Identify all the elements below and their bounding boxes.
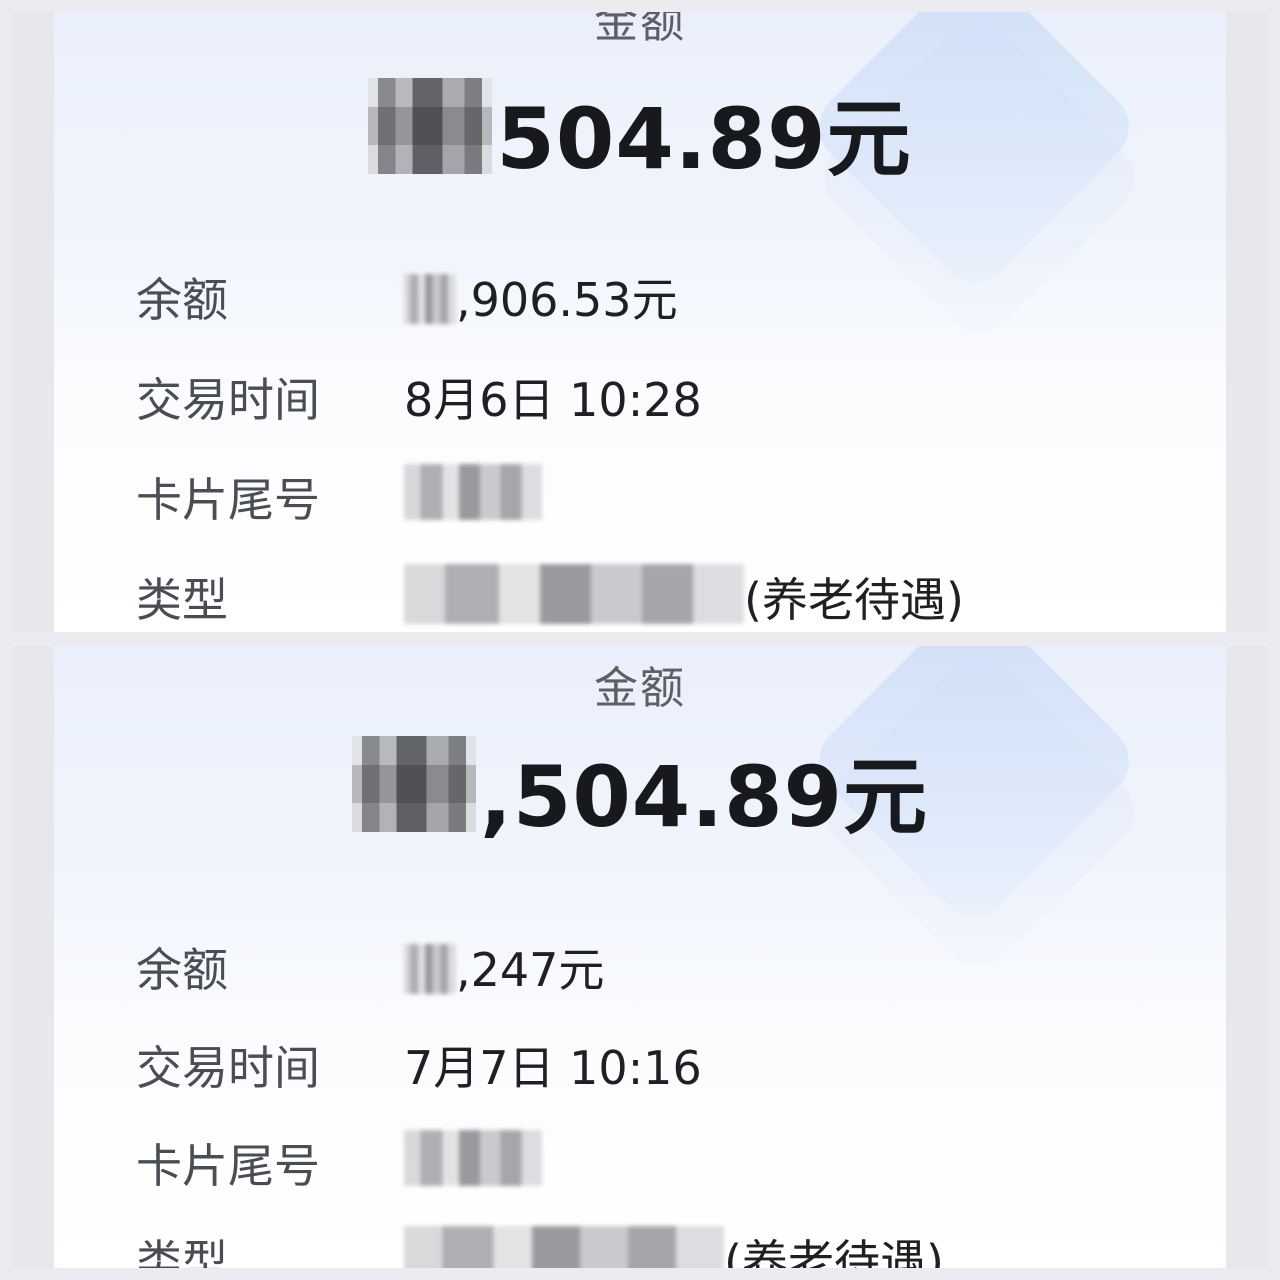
amount-value: ,504.89元 [54,730,1226,851]
time-value: 8月6日 10:28 [404,373,702,427]
time-label: 交易时间 [136,373,320,427]
amount-visible-text: 504.89元 [496,90,912,188]
card-suffix-value [404,1130,542,1189]
balance-visible-text: ,906.53元 [456,273,678,327]
redacted-amount-mosaic [368,78,493,174]
type-visible-text: (养老待遇) [724,1235,944,1268]
time-label: 交易时间 [136,1041,320,1095]
type-label: 类型 [136,1235,228,1268]
amount-value: 504.89元 [54,72,1226,193]
balance-visible-text: ,247元 [456,943,605,997]
card-suffix-label: 卡片尾号 [136,1139,320,1193]
balance-label: 余额 [136,273,228,327]
bottom-screenshot-panel: 金额 ,504.89元 余额 ,247元 交易时间 7月7日 10:16 卡片尾… [12,646,1268,1268]
amount-label: 金额 [594,12,686,48]
redacted-balance [404,944,456,994]
amount-visible-text: ,504.89元 [479,748,929,846]
balance-label: 余额 [136,943,228,997]
type-value: (养老待遇) [404,564,964,630]
redacted-balance [404,274,456,324]
redacted-amount-mosaic [351,736,476,832]
card-suffix-label: 卡片尾号 [136,473,320,527]
type-visible-text: (养老待遇) [744,573,964,627]
redacted-type [404,564,744,624]
type-value: (养老待遇) [404,1226,944,1268]
transaction-card: 金额 ,504.89元 余额 ,247元 交易时间 7月7日 10:16 卡片尾… [54,646,1226,1268]
type-label: 类型 [136,573,228,627]
redacted-type [404,1226,724,1268]
redacted-card-suffix [404,464,542,520]
balance-value: ,247元 [404,934,604,1000]
redacted-card-suffix [404,1130,542,1186]
amount-label: 金额 [594,663,686,714]
balance-value: ,906.53元 [404,264,678,330]
card-suffix-value [404,464,542,523]
top-screenshot-panel: 金额 504.89元 余额 ,906.53元 交易时间 8月6日 10:28 卡… [12,12,1268,632]
transaction-card: 金额 504.89元 余额 ,906.53元 交易时间 8月6日 10:28 卡… [54,12,1226,632]
time-value: 7月7日 10:16 [404,1041,702,1095]
